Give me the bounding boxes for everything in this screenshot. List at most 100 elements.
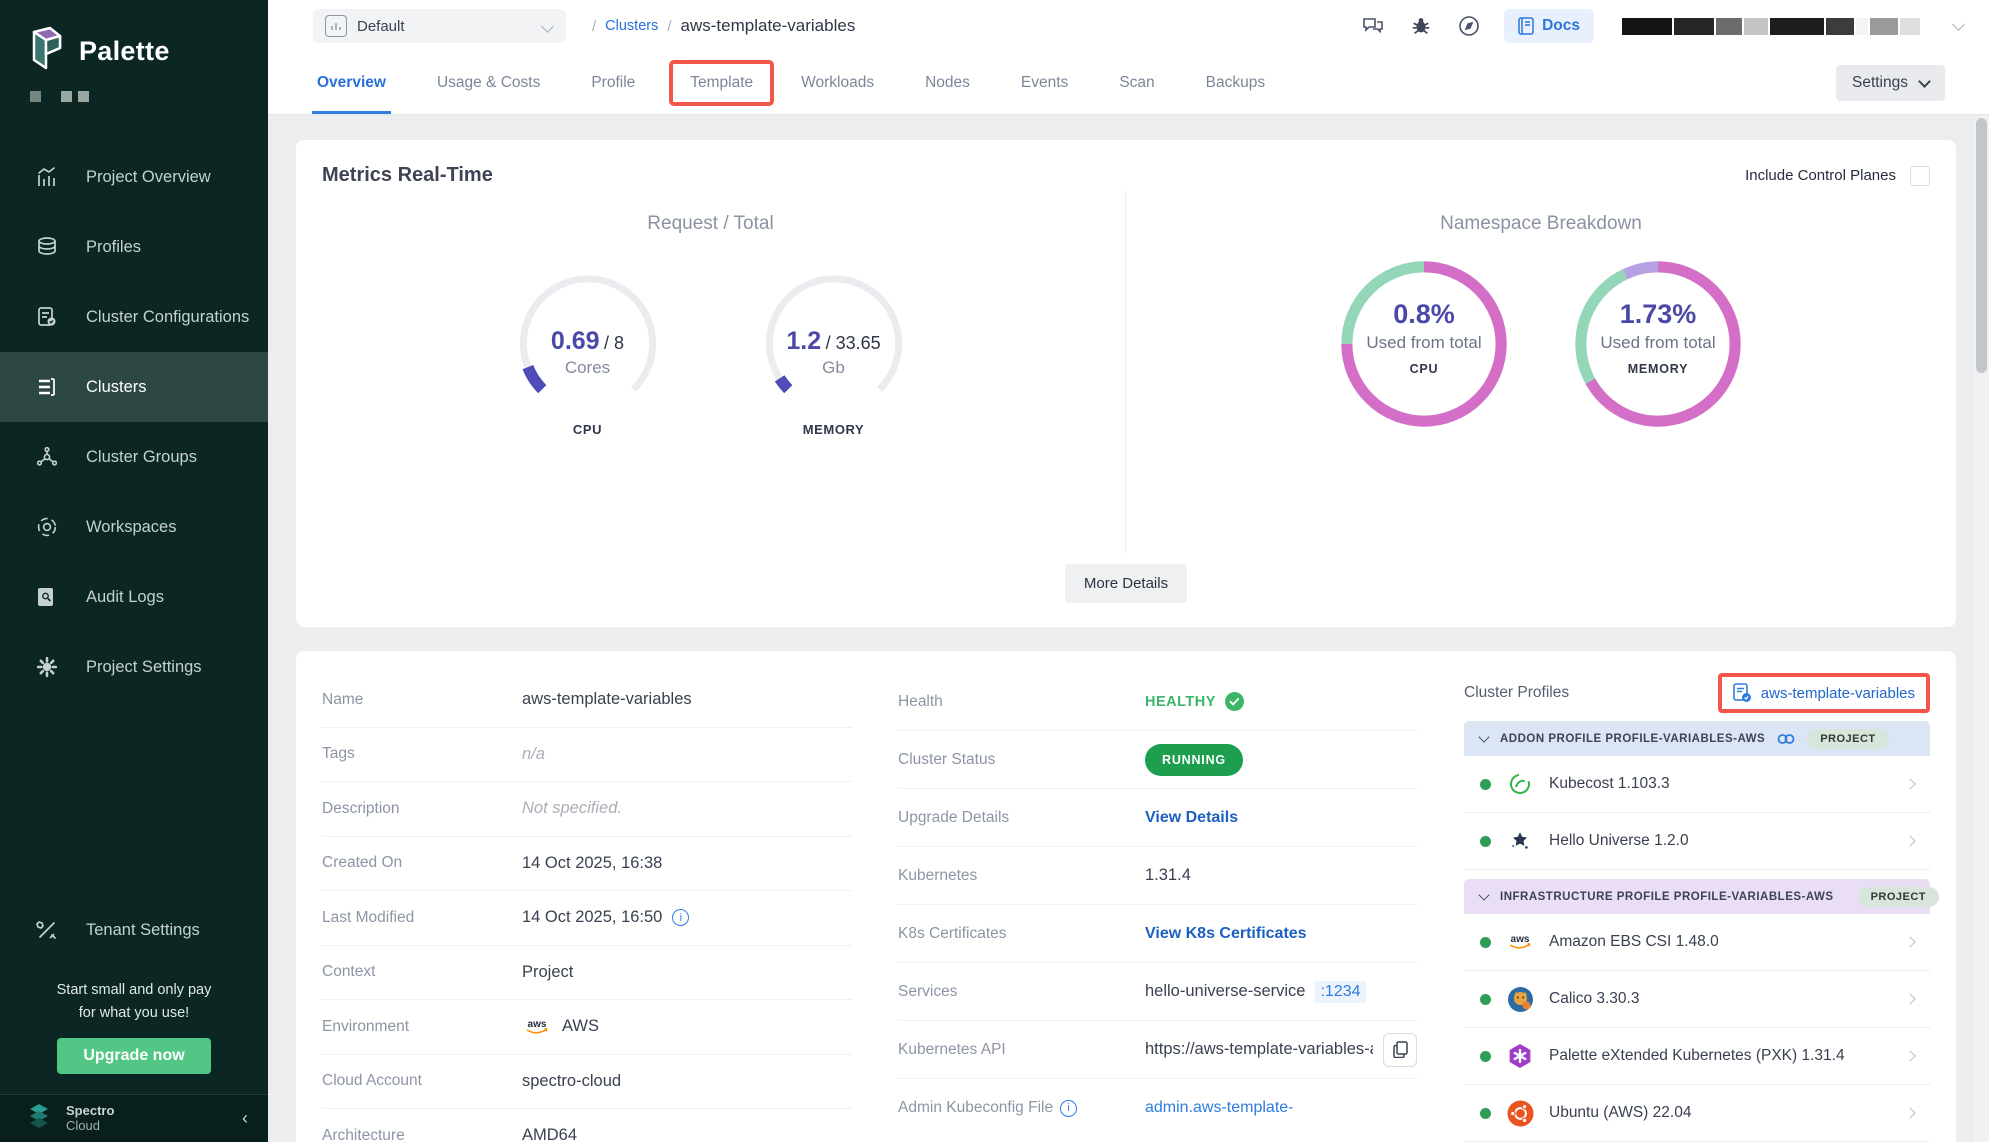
tab-overview[interactable]: Overview [300,52,403,114]
project-badge: PROJECT [1807,729,1888,749]
promo-line2: for what you use! [10,1002,258,1024]
kubeconfig-link[interactable]: admin.aws-template- [1145,1099,1294,1117]
app-title: Palette [79,36,170,67]
profile-item-pxk[interactable]: Palette eXtended Kubernetes (PXK) 1.31.4 [1464,1028,1930,1085]
cpu-donut: 0.8% Used from total CPU [1335,255,1513,433]
sidebar-item-project-overview[interactable]: Project Overview [0,142,268,212]
tab-events[interactable]: Events [1004,52,1085,114]
include-control-planes: Include Control Planes [1745,166,1930,186]
palette-logo: Palette [0,0,268,85]
tab-usage-costs[interactable]: Usage & Costs [420,52,557,114]
profile-link[interactable]: aws-template-variables [1761,685,1915,702]
sidebar-item-workspaces[interactable]: Workspaces [0,492,268,562]
sidebar-item-label: Cluster Groups [86,448,197,467]
profile-item-calico[interactable]: Calico 3.30.3 [1464,971,1930,1028]
detail-row-last-modified: Last Modified 14 Oct 2025, 16:50i [322,891,852,946]
sidebar-item-label: Project Settings [86,658,202,677]
status-dot [1480,779,1491,790]
memory-donut: 1.73% Used from total MEMORY [1569,255,1747,433]
sidebar-item-label: Cluster Configurations [86,308,249,327]
sidebar-item-audit-logs[interactable]: Audit Logs [0,562,268,632]
running-status-badge[interactable]: RUNNING [1145,744,1243,776]
copy-button[interactable] [1383,1033,1417,1067]
project-selector-value: Default [357,18,533,35]
tab-scan[interactable]: Scan [1102,52,1171,114]
sidebar-item-project-settings[interactable]: Project Settings [0,632,268,702]
profile-item-amazon-ebs-csi[interactable]: aws Amazon EBS CSI 1.48.0 [1464,914,1930,971]
service-port-link[interactable]: :1234 [1315,981,1365,1003]
settings-button[interactable]: Settings [1836,65,1945,101]
detail-row-tags: Tags n/a [322,728,852,783]
include-control-planes-checkbox[interactable] [1910,166,1930,186]
sidebar-item-label: Workspaces [86,518,176,537]
tab-template[interactable]: Template [673,64,770,102]
main-area: Default / Clusters / aws-template-variab… [268,0,1989,1142]
chat-icon[interactable] [1360,13,1386,39]
sidebar-item-label: Clusters [86,378,147,397]
svg-text:aws: aws [1511,934,1530,945]
view-details-link[interactable]: View Details [1145,809,1238,827]
info-icon[interactable]: i [672,909,689,926]
sidebar-item-clusters[interactable]: Clusters [0,352,268,422]
palette-logo-icon [26,26,66,77]
chevron-right-icon [1904,1107,1915,1118]
status-row-admin-kubeconfig: Admin Kubeconfig Filei admin.aws-templat… [898,1079,1418,1137]
copy-icon [1393,1041,1408,1058]
profile-item-hello-universe[interactable]: Hello Universe 1.2.0 [1464,813,1930,870]
orbit-icon [34,514,60,540]
tab-backups[interactable]: Backups [1189,52,1282,114]
user-name-redacted[interactable] [1622,18,1920,35]
breadcrumb-current: aws-template-variables [681,16,856,36]
sidebar-item-tenant-settings[interactable]: Tenant Settings [0,895,268,965]
annotation-box-profile-link: aws-template-variables [1718,673,1930,713]
profile-item-kubecost[interactable]: Kubecost 1.103.3 [1464,756,1930,813]
help-compass-icon[interactable] [1456,13,1482,39]
upgrade-now-button[interactable]: Upgrade now [57,1038,210,1074]
chevron-down-icon [1918,75,1931,88]
sidebar-item-cluster-groups[interactable]: Cluster Groups [0,422,268,492]
user-menu-chevron-icon[interactable] [1952,18,1965,31]
infrastructure-profile-group-header[interactable]: INFRASTRUCTURE PROFILE PROFILE-VARIABLES… [1464,879,1930,914]
view-k8s-certificates-link[interactable]: View K8s Certificates [1145,925,1307,943]
detail-row-description: Description Not specified. [322,782,852,837]
detail-row-architecture: Architecture AMD64 [322,1109,852,1142]
status-column: Health HEALTHY Cluster Status RUNNING Up… [898,673,1418,1142]
sidebar-item-cluster-configurations[interactable]: Cluster Configurations [0,282,268,352]
chevron-down-icon[interactable] [1478,889,1489,900]
profile-item-ubuntu[interactable]: Ubuntu (AWS) 22.04 [1464,1085,1930,1142]
project-selector[interactable]: Default [313,9,566,43]
sidebar-item-label: Audit Logs [86,588,164,607]
status-dot [1480,836,1491,847]
breadcrumb: / Clusters / aws-template-variables [592,16,855,36]
sidebar-item-profiles[interactable]: Profiles [0,212,268,282]
tab-workloads[interactable]: Workloads [784,52,891,114]
vertical-scrollbar[interactable] [1974,116,1989,1142]
detail-row-created-on: Created On 14 Oct 2025, 16:38 [322,837,852,892]
bug-report-icon[interactable] [1408,13,1434,39]
tab-nodes[interactable]: Nodes [908,52,987,114]
more-details-button[interactable]: More Details [1065,564,1187,603]
chevron-right-icon [1904,936,1915,947]
bar-chart-icon [34,164,60,190]
metrics-card: Metrics Real-Time Include Control Planes… [296,140,1956,627]
project-chart-icon [325,15,347,37]
tools-icon [34,917,60,943]
network-icon [34,444,60,470]
docs-button[interactable]: Docs [1504,9,1594,43]
info-icon[interactable]: i [1060,1100,1077,1117]
cluster-profiles-column: Cluster Profiles aws-template-variables … [1464,673,1930,1142]
book-icon [1518,17,1534,35]
tab-profile[interactable]: Profile [574,52,652,114]
collapse-sidebar-icon[interactable]: ‹ [242,1108,248,1129]
addon-profile-group-header[interactable]: ADDON PROFILE PROFILE-VARIABLES-AWS PROJ… [1464,721,1930,756]
top-bar: Default / Clusters / aws-template-variab… [268,0,1989,52]
scrollbar-thumb[interactable] [1976,118,1987,373]
breadcrumb-clusters-link[interactable]: Clusters [605,18,658,34]
details-column: Name aws-template-variables Tags n/a Des… [322,673,852,1142]
spectro-cloud-logo [24,1101,54,1136]
chevron-down-icon[interactable] [1478,731,1489,742]
spectro-cloud-wordmark: Spectro Cloud [66,1104,114,1134]
link-icon [1777,733,1795,745]
promo-line1: Start small and only pay [10,979,258,1001]
sidebar-nav: Project Overview Profiles Cluster Config… [0,142,268,702]
